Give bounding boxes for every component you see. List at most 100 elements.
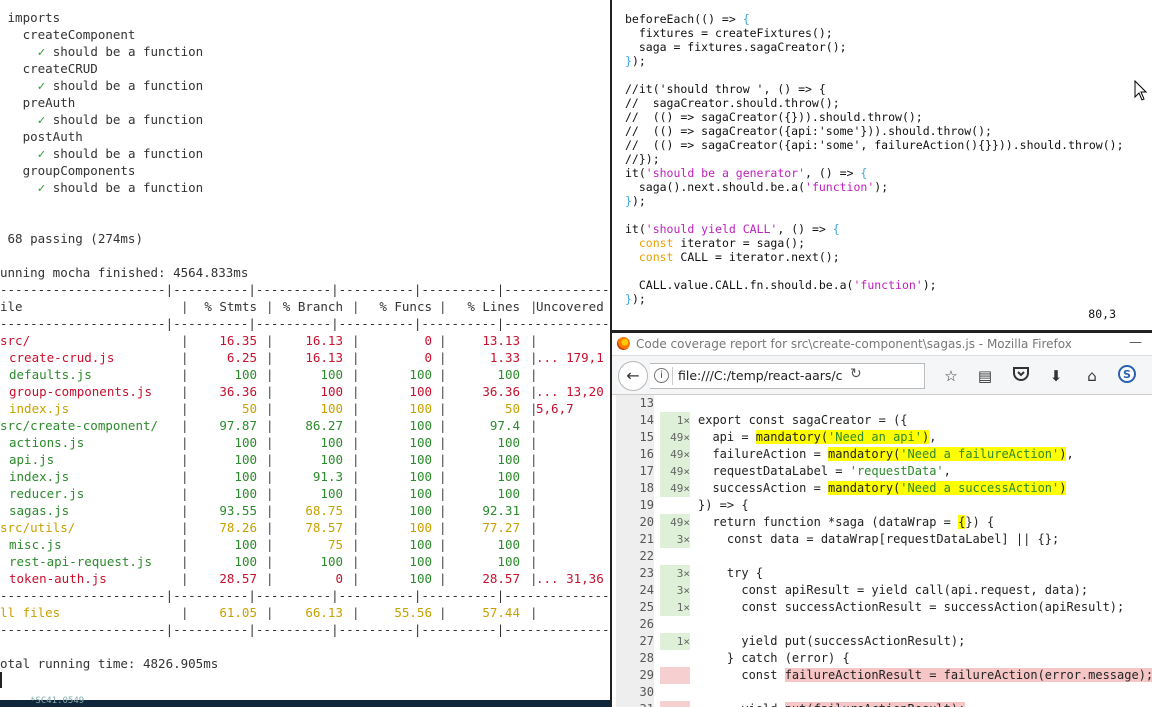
test-suite-line: preAuth — [0, 95, 76, 110]
table-rule: ----------------------|----------|------… — [0, 622, 610, 637]
source-line: api = mandatory('Need an api'), — [698, 430, 937, 444]
table-row: | | | | | src/create-component/97.87 86.27 100 9… — [0, 417, 610, 434]
coverage-value: 68.75 — [305, 503, 343, 518]
column-separator: | — [439, 435, 447, 450]
coverage-value: 66.13 — [305, 605, 343, 620]
column-separator: | — [266, 350, 274, 365]
column-separator: | — [530, 418, 538, 433]
uncovered-lines: ... 31,36 — [536, 571, 604, 586]
terminal-panel[interactable]: imports createComponent ✓ should be a fu… — [0, 0, 610, 707]
coverage-value: 93.55 — [219, 503, 257, 518]
column-separator: | — [530, 605, 538, 620]
checkmark-icon: ✓ — [37, 44, 46, 59]
code-comment: // (() => sagaCreator({})).should.throw(… — [625, 110, 923, 124]
column-separator: | — [530, 367, 538, 382]
url-bar[interactable]: i file:///C:/temp/react-aars/covera ↻ — [650, 363, 925, 389]
code-line: const iterator = saga(); — [638, 236, 806, 250]
coverage-value: 50 — [504, 401, 520, 416]
coverage-value: 100 — [409, 554, 432, 569]
table-row: | | | | | sagas.js 93.55 68.75 100 92.31 — [0, 502, 610, 519]
coverage-value: 36.36 — [219, 384, 257, 399]
column-separator: | — [439, 469, 447, 484]
column-header: % Stmts — [204, 299, 257, 314]
hit-count — [660, 616, 690, 633]
coverage-value: 100 — [320, 435, 343, 450]
coverage-value: 100 — [409, 384, 432, 399]
coverage-value: 100 — [409, 571, 432, 586]
file-name: src/utils/ — [0, 520, 76, 535]
column-separator: | — [439, 401, 447, 416]
column-separator: | — [181, 418, 189, 433]
column-header: % Funcs — [379, 299, 432, 314]
url-text[interactable]: file:///C:/temp/react-aars/covera — [678, 368, 843, 383]
firefox-window[interactable]: Code coverage report for src\create-comp… — [612, 333, 1152, 707]
coverage-value: 97.4 — [489, 418, 520, 433]
column-separator: | — [352, 520, 360, 535]
table-row: | | | | | reducer.js 100 100 100 100 — [0, 485, 610, 502]
coverage-value: 100 — [409, 367, 432, 382]
source-line: const successActionResult = successActio… — [698, 600, 1125, 614]
uncovered-lines: ... 179,1 — [536, 350, 604, 365]
home-icon[interactable]: ⌂ — [1081, 365, 1103, 387]
hit-count — [660, 395, 690, 412]
info-icon[interactable]: i — [654, 368, 669, 383]
table-row: | | | | | api.js 100 100 100 100 — [0, 451, 610, 468]
file-name: sagas.js — [9, 503, 70, 518]
source-line: yield put(failureActionResult); — [616, 701, 1152, 707]
coverage-value: 100 — [234, 537, 257, 552]
coverage-value: 77.27 — [482, 520, 520, 535]
source-line: requestDataLabel = 'requestData', — [698, 464, 951, 478]
terminal-status-bar: *SC41.0549 — [0, 696, 610, 707]
download-icon[interactable]: ⬇ — [1045, 365, 1067, 387]
file-name: index.js — [9, 469, 70, 484]
file-name: actions.js — [9, 435, 85, 450]
vim-editor[interactable]: beforeEach(() => { fixtures = createFixt… — [612, 0, 1152, 330]
table-row: | | | | | rest-api-request.js 100 100 100 100 — [0, 553, 610, 570]
coverage-value: 16.35 — [219, 333, 257, 348]
column-separator: | — [439, 384, 447, 399]
coverage-value: 100 — [497, 452, 520, 467]
column-separator: | — [266, 537, 274, 552]
coverage-value: 0 — [424, 350, 432, 365]
test-suite-line: postAuth — [0, 129, 83, 144]
bookmark-star-icon[interactable]: ☆ — [940, 365, 962, 387]
reload-icon[interactable]: ↻ — [850, 366, 862, 382]
code-comment: // sagaCreator.should.throw(); — [625, 96, 840, 110]
code-comment: //}); — [625, 152, 660, 166]
column-separator: | — [266, 367, 274, 382]
coverage-code-view[interactable]: 13 14 1× 15 49× 16 49× 17 49× 18 49× 19 20 49× 21 3× 22 2… — [612, 395, 1152, 707]
source-line: const data = dataWrap[requestDataLabel] … — [698, 532, 1060, 546]
column-separator: | — [530, 333, 538, 348]
coverage-value: 100 — [320, 486, 343, 501]
coverage-value: 86.27 — [305, 418, 343, 433]
test-suite-line: imports — [0, 10, 61, 25]
column-separator: | — [439, 554, 447, 569]
column-separator: | — [530, 520, 538, 535]
column-separator: | — [352, 367, 360, 382]
coverage-value: 100 — [320, 452, 343, 467]
coverage-value: 100 — [497, 367, 520, 382]
hit-count — [660, 548, 690, 565]
pocket-icon[interactable] — [1010, 365, 1032, 387]
coverage-value: 100 — [409, 520, 432, 535]
back-button[interactable]: ← — [618, 361, 648, 391]
minimize-button[interactable]: — — [1129, 335, 1142, 350]
coverage-value: 61.05 — [219, 605, 257, 620]
coverage-value: 50 — [241, 401, 257, 416]
all-files-row: | | | | | ll files 61.05 66.13 55.56 57.44 — [0, 604, 610, 621]
checkmark-icon: ✓ — [37, 180, 46, 195]
code-line: }); — [625, 54, 646, 68]
code-line: CALL.value.CALL.fn.should.be.a('function… — [625, 278, 937, 292]
column-separator: | — [439, 333, 447, 348]
extension-s-icon[interactable]: S — [1116, 365, 1138, 387]
coverage-value: 100 — [320, 367, 343, 382]
window-titlebar[interactable]: Code coverage report for src\create-comp… — [612, 333, 1152, 356]
column-separator: | — [266, 384, 274, 399]
coverage-value: 100 — [409, 401, 432, 416]
reader-list-icon[interactable]: ▤ — [974, 365, 996, 387]
column-separator: | — [530, 486, 538, 501]
code-line: it('should yield CALL', () => { — [625, 222, 840, 236]
column-separator: | — [266, 571, 274, 586]
test-suite-line: groupComponents — [0, 163, 136, 178]
column-separator: | — [439, 605, 447, 620]
